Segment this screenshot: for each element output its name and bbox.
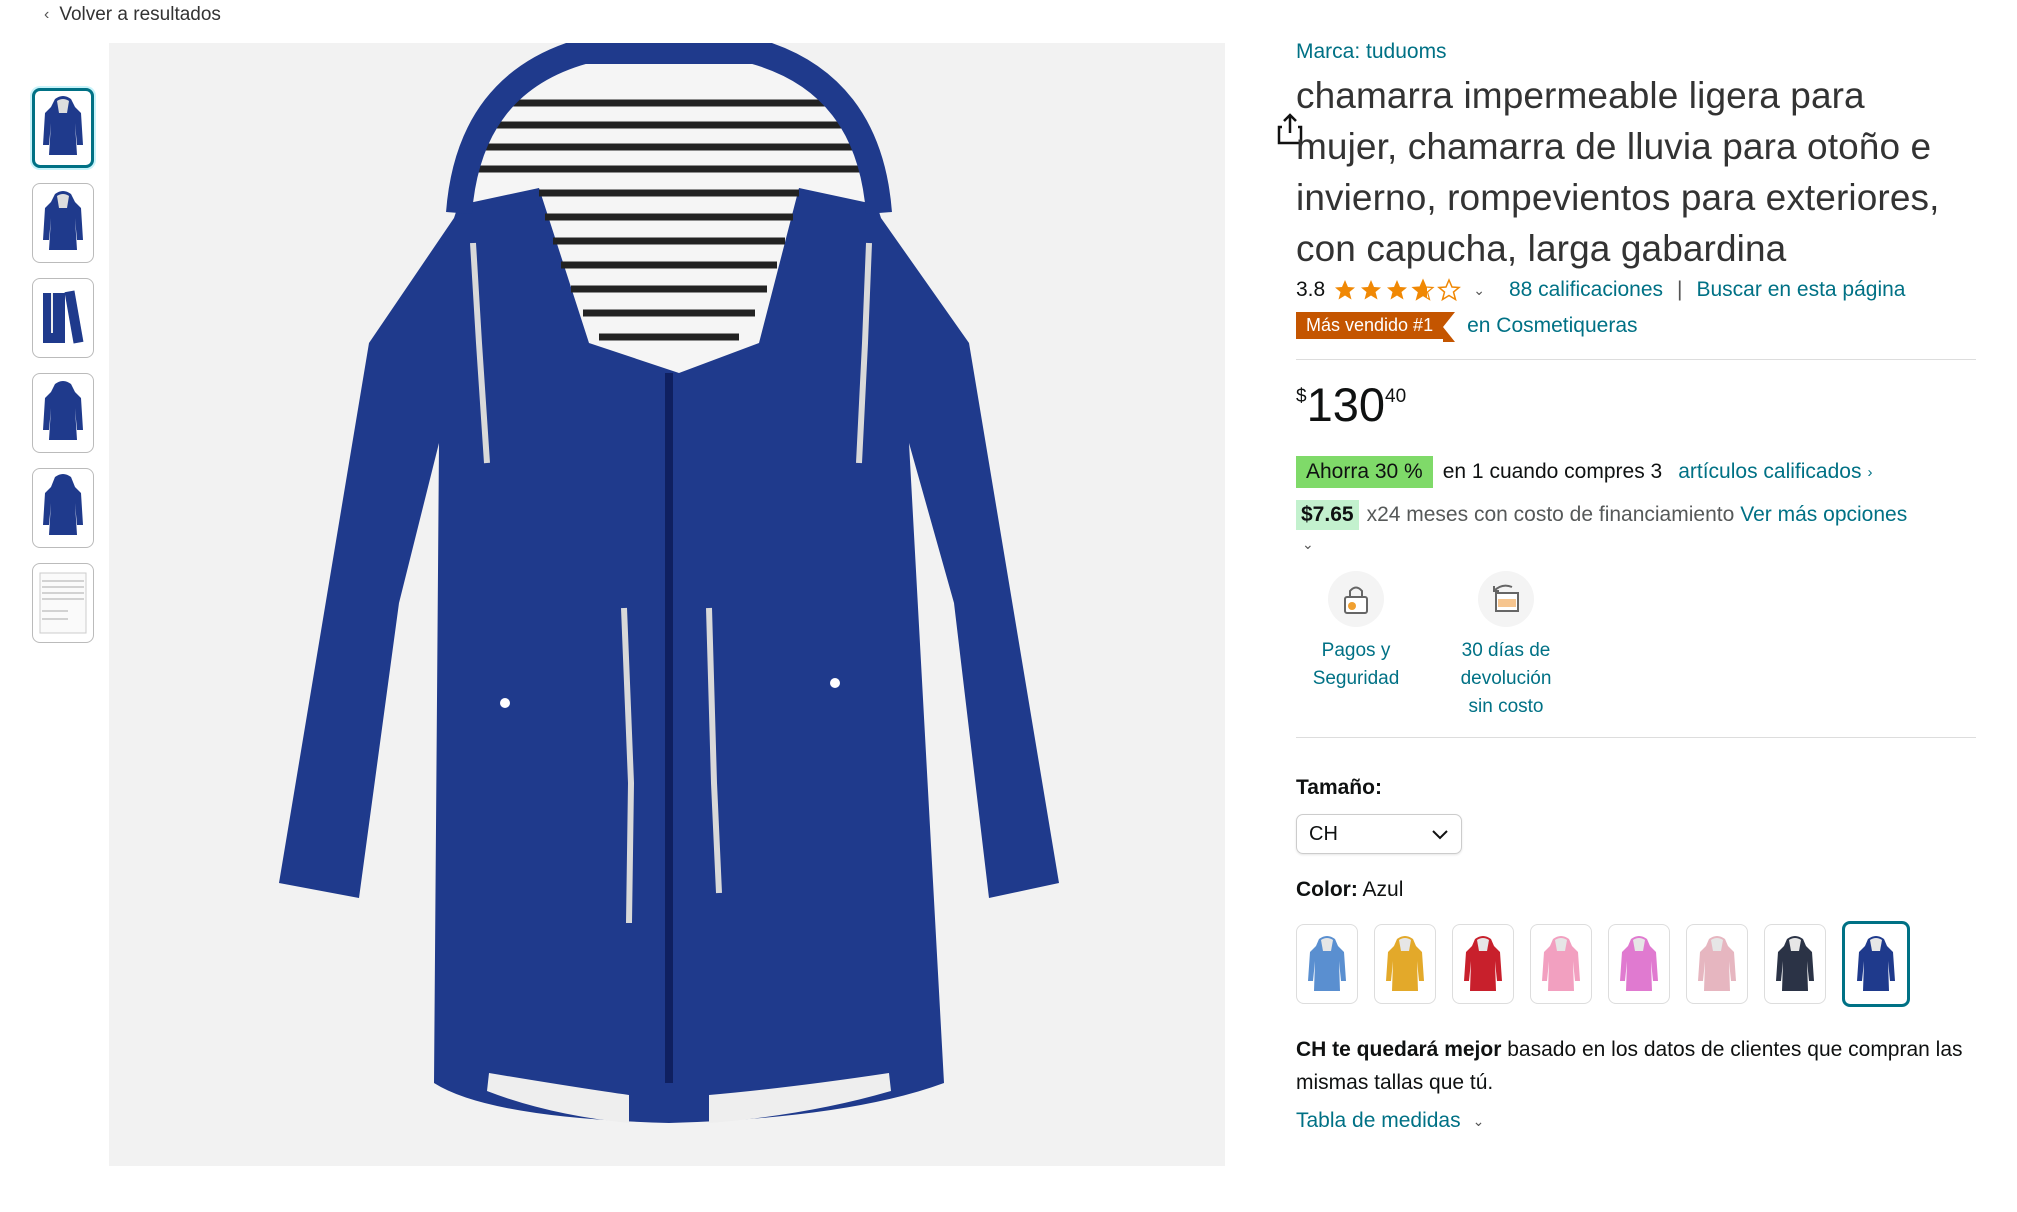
jacket-swatch-icon	[1308, 936, 1346, 991]
jacket-swatch-icon	[1776, 936, 1814, 991]
price-symbol: $	[1296, 386, 1307, 407]
star-partial-icon	[1411, 278, 1435, 301]
feature-payments-label: Pagos y Seguridad	[1312, 640, 1400, 689]
product-details: Marca: tuduoms chamarra impermeable lige…	[1296, 40, 1976, 1133]
jacket-image	[279, 38, 1059, 1123]
color-swatch-dark-navy[interactable]	[1764, 924, 1826, 1004]
return-box-icon	[1478, 571, 1534, 627]
fit-bold: CH te quedará mejor	[1296, 1038, 1502, 1061]
chevron-left-icon: ‹	[44, 6, 50, 23]
color-swatch-navy[interactable]	[1842, 921, 1910, 1007]
price-whole: 130	[1306, 378, 1385, 431]
price-fraction: 40	[1385, 386, 1407, 407]
main-product-image[interactable]	[109, 38, 1316, 1166]
jacket-swatch-icon	[1698, 936, 1736, 991]
installment-amount: $7.65	[1296, 500, 1359, 530]
thumbnail-1[interactable]	[32, 88, 94, 168]
jacket-thumbnail-icon	[43, 381, 83, 440]
financing-text: x24 meses con costo de financiamiento	[1366, 503, 1735, 526]
divider	[1296, 359, 1976, 360]
chevron-right-icon: ›	[1867, 463, 1873, 481]
thumbnail-6[interactable]	[32, 563, 94, 643]
size-chart-thumbnail-icon	[39, 572, 87, 634]
size-chart-label: Tabla de medidas	[1296, 1109, 1461, 1132]
bestseller-category-link[interactable]: en Cosmetiqueras	[1467, 314, 1637, 338]
color-swatch-light-blue[interactable]	[1296, 924, 1358, 1004]
thumbnail-strip	[32, 88, 102, 658]
bestseller-badge[interactable]: Más vendido #1	[1296, 312, 1456, 342]
jacket-swatch-icon	[1542, 936, 1580, 991]
ratings-count-link[interactable]: 88 calificaciones	[1509, 278, 1663, 302]
color-swatch-light-pink[interactable]	[1686, 924, 1748, 1004]
star-full-icon	[1387, 280, 1408, 300]
back-label: Volver a resultados	[59, 4, 221, 25]
color-section: Color: Azul	[1296, 878, 1976, 902]
jacket-swatch-icon	[1620, 936, 1658, 991]
financing-row: $7.65 x24 meses con costo de financiamie…	[1296, 500, 1976, 530]
separator: |	[1677, 278, 1683, 301]
color-selected-value: Azul	[1362, 878, 1404, 901]
color-label: Color:	[1296, 878, 1358, 901]
product-title: chamarra impermeable ligera para mujer, …	[1296, 75, 1940, 269]
thumbnail-4[interactable]	[32, 373, 94, 453]
rating-row: 3.8 ⌄ 88 calificaciones | Buscar en esta…	[1296, 278, 1976, 302]
chevron-down-icon[interactable]: ⌄	[1302, 536, 1976, 553]
divider	[1296, 737, 1976, 738]
brand-link[interactable]: Marca: tuduoms	[1296, 40, 1976, 64]
promo-row: Ahorra 30 % en 1 cuando compres 3 artícu…	[1296, 456, 1976, 488]
jacket-swatch-icon	[1386, 936, 1424, 991]
jacket-flat-thumbnail-icon	[43, 290, 84, 344]
feature-payments[interactable]: Pagos y Seguridad	[1296, 571, 1416, 721]
promo-text: en 1 cuando compres 3	[1442, 460, 1663, 483]
size-selected-value: CH	[1309, 822, 1338, 845]
size-select[interactable]: CH	[1296, 814, 1462, 854]
color-swatch-pink[interactable]	[1530, 924, 1592, 1004]
jacket-swatch-icon	[1464, 936, 1502, 991]
color-swatch-magenta[interactable]	[1608, 924, 1670, 1004]
color-swatches	[1296, 921, 1976, 1007]
thumbnail-3[interactable]	[32, 278, 94, 358]
chevron-down-icon[interactable]: ⌄	[1473, 282, 1485, 299]
thumbnail-2[interactable]	[32, 183, 94, 263]
star-full-icon	[1361, 280, 1382, 300]
size-section: Tamaño: CH	[1296, 776, 1976, 854]
size-label: Tamaño:	[1296, 776, 1382, 799]
bestseller-row: Más vendido #1 en Cosmetiqueras	[1296, 312, 1976, 342]
jacket-thumbnail-icon	[43, 96, 83, 155]
feature-returns[interactable]: 30 días de devolución sin costo	[1446, 571, 1566, 721]
chevron-down-icon: ⌄	[1472, 1112, 1485, 1129]
jacket-back-thumbnail-icon	[43, 474, 83, 535]
thumbnail-5[interactable]	[32, 468, 94, 548]
color-swatch-yellow[interactable]	[1374, 924, 1436, 1004]
qualified-items-link[interactable]: artículos calificados	[1678, 460, 1861, 484]
feature-returns-label: 30 días de devolución sin costo	[1460, 640, 1552, 717]
jacket-swatch-icon	[1857, 936, 1895, 991]
lock-payment-icon	[1328, 571, 1384, 627]
feature-icons: Pagos y Seguridad 30 días de devolución …	[1296, 571, 1976, 721]
size-fit-recommendation: CH te quedará mejor basado en los datos …	[1296, 1033, 1976, 1099]
star-rating[interactable]	[1333, 278, 1462, 302]
star-empty-icon	[1437, 278, 1462, 302]
promo-badge: Ahorra 30 %	[1296, 456, 1433, 488]
search-page-link[interactable]: Buscar en esta página	[1697, 278, 1906, 302]
price: $ 130 40	[1296, 380, 1976, 430]
back-to-results-link[interactable]: ‹ Volver a resultados	[44, 4, 221, 26]
jacket-thumbnail-icon	[43, 191, 83, 250]
more-options-link[interactable]: Ver más opciones	[1740, 503, 1907, 527]
rating-number: 3.8	[1296, 278, 1326, 301]
color-swatch-red[interactable]	[1452, 924, 1514, 1004]
size-chart-link[interactable]: Tabla de medidas ⌄	[1296, 1109, 1976, 1133]
star-full-icon	[1335, 280, 1356, 300]
chevron-down-icon	[1432, 830, 1448, 840]
